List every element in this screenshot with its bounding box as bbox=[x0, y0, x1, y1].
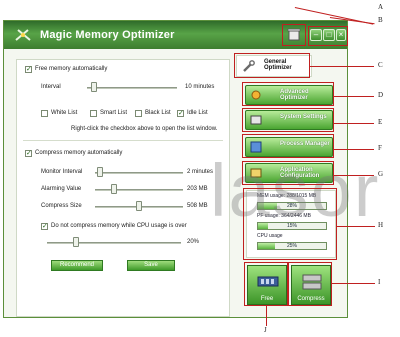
callout-box-g bbox=[242, 161, 334, 185]
alarming-slider-track[interactable] bbox=[95, 189, 183, 191]
marker-a: A bbox=[378, 3, 384, 11]
alarming-slider-thumb[interactable] bbox=[111, 184, 118, 194]
monitor-interval-label: Monitor Interval bbox=[41, 169, 83, 175]
app-title: Magic Memory Optimizer bbox=[40, 29, 175, 41]
general-settings-panel: ✓ Free memory automatically Interval 10 … bbox=[16, 59, 230, 317]
marker-h: H bbox=[378, 221, 384, 229]
alarming-value-label: Alarming Value bbox=[41, 186, 82, 192]
leader-line-d bbox=[334, 96, 374, 97]
marker-j: J bbox=[264, 326, 267, 334]
interval-value: 10 minutes bbox=[185, 84, 215, 90]
marker-d: D bbox=[378, 91, 384, 99]
compress-auto-label: Compress memory automatically bbox=[35, 150, 123, 156]
callout-box-e bbox=[242, 108, 334, 132]
marker-i: I bbox=[378, 278, 381, 286]
idle-list-checkbox[interactable]: ✓ bbox=[177, 110, 184, 117]
callout-box-d bbox=[242, 82, 334, 106]
compress-size-value: 508 MB bbox=[187, 203, 208, 209]
smart-list-label: Smart List bbox=[100, 110, 128, 116]
compress-auto-checkbox[interactable]: ✓ bbox=[25, 150, 32, 157]
free-auto-checkbox[interactable]: ✓ bbox=[25, 66, 32, 73]
leader-line-j bbox=[266, 306, 267, 326]
marker-c: C bbox=[378, 61, 383, 69]
idle-list-label: Idle List bbox=[187, 110, 208, 116]
cpu-slider-thumb[interactable] bbox=[72, 237, 79, 247]
leader-line-i bbox=[332, 283, 375, 284]
marker-b: B bbox=[378, 16, 383, 24]
cpu-slider-track[interactable] bbox=[47, 242, 181, 244]
marker-g: G bbox=[378, 170, 384, 178]
interval-label: Interval bbox=[41, 84, 61, 90]
callout-box-h bbox=[243, 188, 337, 260]
monitor-slider-thumb[interactable] bbox=[96, 167, 103, 177]
section-divider bbox=[23, 140, 223, 141]
interval-slider-thumb[interactable] bbox=[91, 82, 98, 92]
free-auto-label: Free memory automatically bbox=[35, 66, 108, 72]
compress-slider-thumb[interactable] bbox=[136, 201, 142, 211]
leader-line-f bbox=[334, 149, 374, 150]
callout-box-i bbox=[288, 262, 332, 306]
cpu-limit-value: 20% bbox=[187, 239, 200, 245]
save-button[interactable]: Save bbox=[127, 260, 175, 271]
callout-box-b bbox=[308, 26, 348, 46]
alarming-value: 203 MB bbox=[187, 186, 208, 192]
leader-line-g bbox=[334, 175, 374, 176]
callout-box-j bbox=[244, 262, 288, 306]
marker-f: F bbox=[378, 144, 382, 152]
callout-box-c bbox=[234, 53, 310, 78]
list-hint: Right-click the checkbox above to open t… bbox=[71, 126, 218, 132]
white-list-label: White List bbox=[51, 110, 78, 116]
leader-line-c bbox=[310, 66, 374, 67]
compress-size-label: Compress Size bbox=[41, 203, 82, 209]
smart-list-checkbox[interactable] bbox=[90, 110, 97, 117]
recommend-button[interactable]: Recommend bbox=[51, 260, 103, 271]
black-list-checkbox[interactable] bbox=[135, 110, 142, 117]
callout-box-a bbox=[282, 24, 306, 46]
interval-slider-track[interactable] bbox=[87, 87, 177, 89]
leader-line-h bbox=[337, 226, 375, 227]
app-logo-icon bbox=[15, 29, 31, 41]
white-list-checkbox[interactable] bbox=[41, 110, 48, 117]
black-list-label: Black List bbox=[145, 110, 171, 116]
marker-e: E bbox=[378, 118, 383, 126]
cpu-limit-label: Do not compress memory while CPU usage i… bbox=[51, 223, 187, 229]
callout-box-f bbox=[242, 134, 334, 158]
leader-line-e bbox=[334, 123, 374, 124]
monitor-slider-track[interactable] bbox=[95, 172, 183, 174]
cpu-limit-checkbox[interactable]: ✓ bbox=[41, 223, 48, 230]
